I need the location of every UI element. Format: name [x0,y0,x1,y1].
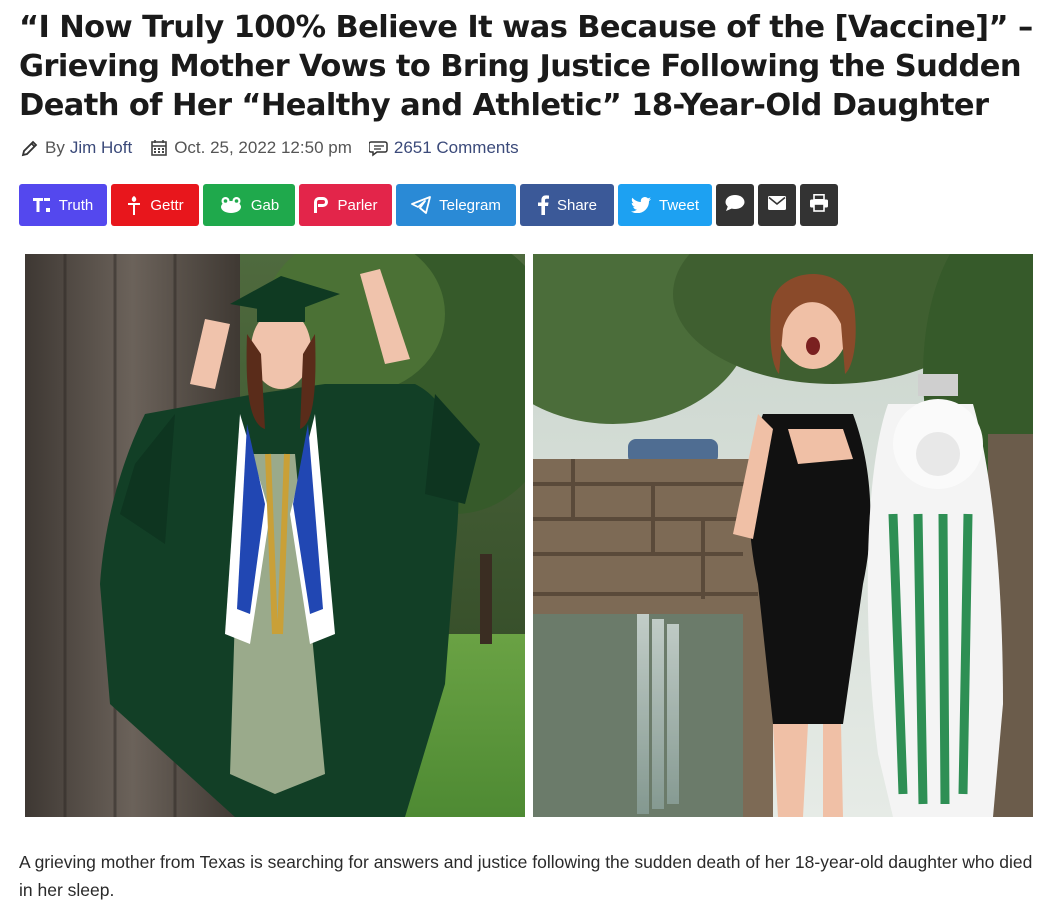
telegram-icon [411,196,432,214]
email-share-button[interactable] [758,184,796,226]
truth-share-button[interactable]: Truth [19,184,107,226]
print-button[interactable] [800,184,838,226]
homecoming-mum-photo [533,254,1033,817]
truth-social-icon [32,197,51,213]
truth-label: Truth [58,196,94,214]
print-icon [809,194,829,216]
article-intro-paragraph: A grieving mother from Texas is searchin… [19,852,1033,900]
byline-prefix: By [45,138,65,157]
telegram-label: Telegram [439,196,501,214]
article-meta: By Jim Hoft Oct. 25, 2022 12:50 pm 2651 … [19,136,535,160]
byline: By Jim Hoft [19,137,132,159]
twitter-icon [630,197,651,213]
sms-share-button[interactable] [716,184,754,226]
facebook-icon [537,195,549,215]
email-icon [768,196,786,214]
gettr-label: Gettr [150,196,184,214]
gab-label: Gab [250,196,280,214]
date: Oct. 25, 2022 12:50 pm [148,137,352,159]
calendar-icon [148,137,170,159]
parler-icon [313,196,329,214]
graduation-photo [25,254,525,817]
twitter-label: Tweet [658,196,700,214]
facebook-share-button[interactable]: Share [520,184,614,226]
gettr-share-button[interactable]: Gettr [111,184,199,226]
gab-frog-icon [219,196,243,214]
pencil-icon [19,137,41,159]
twitter-share-button[interactable]: Tweet [618,184,712,226]
gab-share-button[interactable]: Gab [203,184,295,226]
comments-link[interactable]: 2651 Comments [394,138,519,158]
author-link[interactable]: Jim Hoft [70,138,132,158]
comments-icon [368,137,390,159]
sms-bubble-icon [725,194,745,216]
comments[interactable]: 2651 Comments [368,137,519,159]
publish-date: Oct. 25, 2022 12:50 pm [174,138,352,157]
parler-share-button[interactable]: Parler [299,184,392,226]
share-buttons: Truth Gettr Gab Parler Telegram Share Tw… [19,184,838,226]
article-headline: “I Now Truly 100% Believe It was Because… [19,10,1033,123]
facebook-label: Share [556,196,598,214]
telegram-share-button[interactable]: Telegram [396,184,516,226]
gettr-icon [126,194,142,216]
parler-label: Parler [337,196,378,214]
